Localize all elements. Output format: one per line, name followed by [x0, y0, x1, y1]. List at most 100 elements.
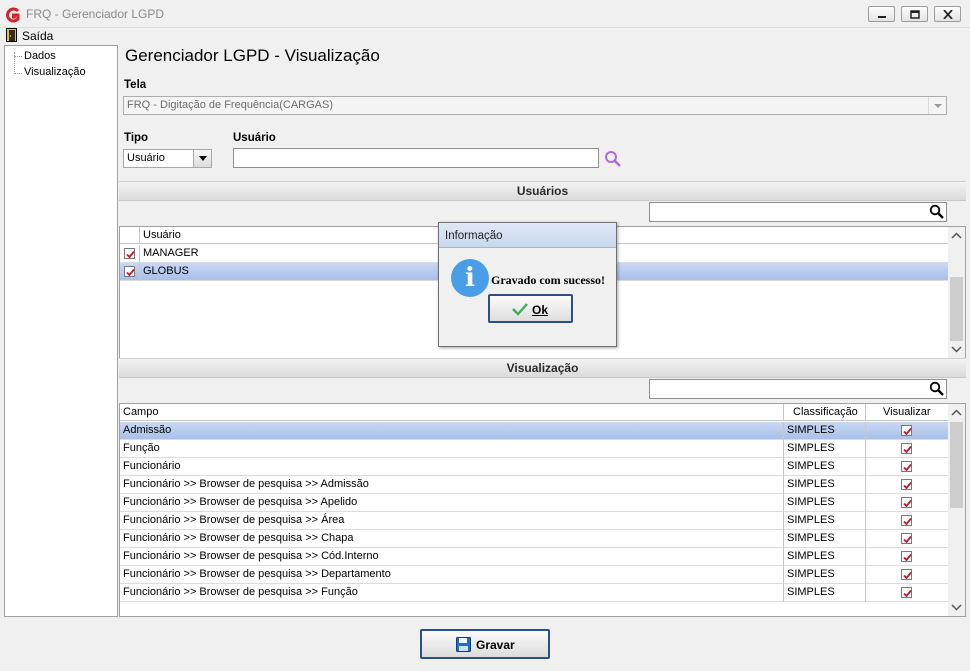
- visualizar-checkbox[interactable]: [901, 515, 912, 526]
- table-row[interactable]: Funcionário >> Browser de pesquisa >> Ár…: [120, 512, 948, 530]
- scroll-up-arrow[interactable]: [948, 227, 965, 244]
- visualizar-checkbox[interactable]: [901, 569, 912, 580]
- tela-dropdown-button[interactable]: [928, 97, 946, 114]
- menu-exit[interactable]: Saída: [22, 29, 53, 43]
- chevron-down-icon: [934, 104, 942, 108]
- tipo-label: Tipo: [124, 132, 149, 144]
- campo-cell: Funcionário >> Browser de pesquisa >> De…: [123, 568, 391, 580]
- user-checkbox[interactable]: [124, 248, 135, 259]
- user-name: MANAGER: [143, 247, 199, 259]
- tree-connector: [14, 73, 22, 74]
- visualizar-checkbox[interactable]: [901, 497, 912, 508]
- column-header-visualizar[interactable]: Visualizar: [883, 404, 931, 422]
- view-section-header: Visualização: [119, 358, 966, 378]
- tela-select-value: FRQ - Digitação de Frequência(CARGAS): [127, 99, 334, 111]
- campo-cell: Funcionário >> Browser de pesquisa >> Ch…: [123, 532, 354, 544]
- column-header-campo[interactable]: Campo: [123, 404, 158, 422]
- scroll-up-arrow[interactable]: [948, 404, 965, 421]
- visualizar-checkbox[interactable]: [901, 533, 912, 544]
- search-icon[interactable]: [929, 204, 945, 220]
- tree-connector: [14, 56, 22, 57]
- checkmark-icon: [903, 553, 912, 562]
- usuario-label: Usuário: [233, 132, 276, 144]
- visualizar-checkbox[interactable]: [901, 479, 912, 490]
- exit-door-icon: [6, 28, 17, 42]
- table-row[interactable]: Admissão SIMPLES: [120, 422, 948, 440]
- search-icon[interactable]: [929, 381, 945, 397]
- checkmark-icon: [903, 517, 912, 526]
- checkmark-icon: [903, 481, 912, 490]
- users-scroll-thumb[interactable]: [950, 277, 963, 341]
- close-button[interactable]: [934, 6, 961, 22]
- view-scrollbar[interactable]: [948, 404, 965, 616]
- campo-cell: Funcionário >> Browser de pesquisa >> Fu…: [123, 586, 358, 598]
- chevron-up-icon: [951, 409, 962, 416]
- visualizar-checkbox[interactable]: [901, 461, 912, 472]
- campo-cell: Funcionário >> Browser de pesquisa >> Ap…: [123, 496, 358, 508]
- campo-cell: Funcionário >> Browser de pesquisa >> Ad…: [123, 478, 369, 490]
- usuario-input[interactable]: [233, 148, 599, 168]
- view-grid-header: Campo Classificação Visualizar: [120, 404, 948, 421]
- ok-button[interactable]: Ok: [488, 294, 573, 323]
- restore-button[interactable]: [901, 6, 928, 22]
- table-row[interactable]: Funcionário >> Browser de pesquisa >> Ch…: [120, 530, 948, 548]
- visualizar-checkbox[interactable]: [901, 425, 912, 436]
- minimize-button[interactable]: [868, 6, 895, 22]
- checkmark-icon: [903, 535, 912, 544]
- checkmark-icon: [903, 427, 912, 436]
- view-scroll-thumb[interactable]: [950, 422, 963, 508]
- close-icon: [943, 10, 953, 19]
- checkmark-icon: [903, 589, 912, 598]
- column-header-classificacao[interactable]: Classificação: [793, 404, 858, 422]
- user-checkbox[interactable]: [124, 266, 135, 277]
- table-row[interactable]: Funcionário >> Browser de pesquisa >> De…: [120, 566, 948, 584]
- info-dialog: Informação i Gravado com sucesso! Ok: [438, 222, 617, 347]
- tree-item-visualizacao[interactable]: Visualização: [24, 66, 86, 78]
- table-row[interactable]: Funcionário >> Browser de pesquisa >> Ap…: [120, 494, 948, 512]
- visualizar-checkbox[interactable]: [901, 551, 912, 562]
- checkmark-icon: [126, 250, 135, 259]
- campo-cell: Funcionário >> Browser de pesquisa >> Ár…: [123, 514, 345, 526]
- users-scrollbar[interactable]: [948, 227, 965, 358]
- search-icon[interactable]: [604, 150, 622, 168]
- chevron-down-icon: [951, 346, 962, 353]
- save-button-label: Gravar: [476, 638, 515, 652]
- table-row[interactable]: Funcionário SIMPLES: [120, 458, 948, 476]
- tree-item-dados[interactable]: Dados: [24, 50, 56, 62]
- campo-cell: Função: [123, 442, 160, 454]
- classificacao-cell: SIMPLES: [787, 478, 835, 490]
- tipo-dropdown-button[interactable]: [193, 150, 211, 167]
- classificacao-cell: SIMPLES: [787, 442, 835, 454]
- table-row[interactable]: Funcionário >> Browser de pesquisa >> Fu…: [120, 584, 948, 602]
- visualizar-checkbox[interactable]: [901, 443, 912, 454]
- app-logo-icon: [6, 7, 20, 23]
- classificacao-cell: SIMPLES: [787, 514, 835, 526]
- users-filter-input[interactable]: [649, 202, 947, 222]
- chevron-up-icon: [951, 232, 962, 239]
- table-row[interactable]: Função SIMPLES: [120, 440, 948, 458]
- users-section-header: Usuários: [119, 181, 966, 201]
- view-grid: Campo Classificação Visualizar Admissão S…: [119, 403, 966, 617]
- restore-icon: [910, 10, 920, 19]
- navigation-tree: [4, 45, 118, 617]
- floppy-disk-icon: [456, 637, 471, 652]
- scroll-down-arrow[interactable]: [948, 599, 965, 616]
- save-button[interactable]: Gravar: [420, 629, 550, 659]
- checkmark-icon: [903, 571, 912, 580]
- checkmark-icon: [903, 445, 912, 454]
- chevron-down-icon: [951, 604, 962, 611]
- classificacao-cell: SIMPLES: [787, 532, 835, 544]
- classificacao-cell: SIMPLES: [787, 496, 835, 508]
- classificacao-cell: SIMPLES: [787, 424, 835, 436]
- classificacao-cell: SIMPLES: [787, 586, 835, 598]
- scroll-down-arrow[interactable]: [948, 341, 965, 358]
- dialog-title: Informação: [445, 230, 503, 242]
- checkmark-icon: [512, 303, 528, 316]
- classificacao-cell: SIMPLES: [787, 460, 835, 472]
- table-row[interactable]: Funcionário >> Browser de pesquisa >> Ad…: [120, 476, 948, 494]
- tipo-select-value: Usuário: [127, 152, 165, 164]
- table-row[interactable]: Funcionário >> Browser de pesquisa >> Có…: [120, 548, 948, 566]
- view-filter-input[interactable]: [649, 379, 947, 399]
- visualizar-checkbox[interactable]: [901, 587, 912, 598]
- classificacao-cell: SIMPLES: [787, 550, 835, 562]
